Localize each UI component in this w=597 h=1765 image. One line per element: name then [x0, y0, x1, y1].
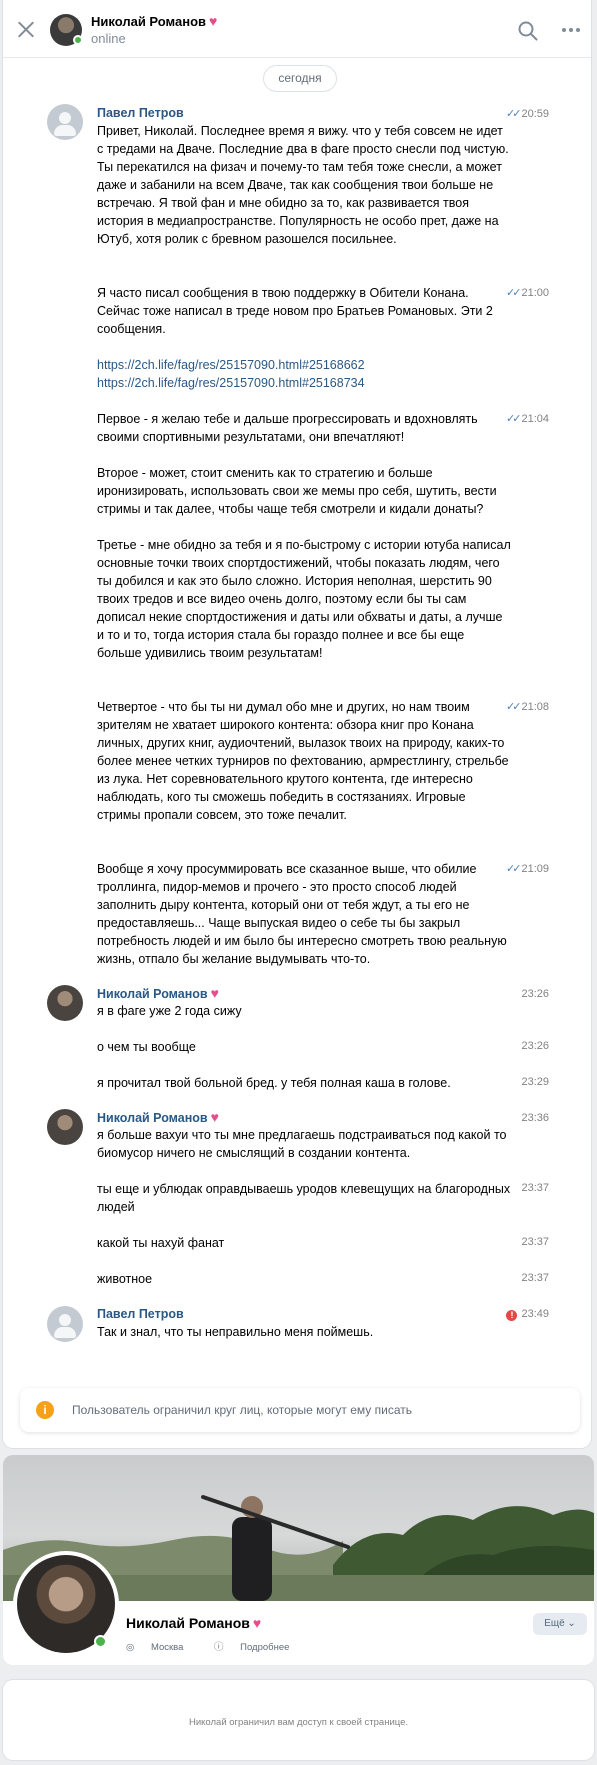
profile-card: Николай Романов ♥ ◎ Москва ⓘ Подробнее Ещ…	[3, 1455, 594, 1670]
message-text: Я часто писал сообщения в твою поддержку…	[97, 286, 493, 336]
heart-icon: ♥	[252, 1615, 262, 1631]
info-icon: i	[36, 1401, 54, 1419]
restriction-notice: i Пользователь ограничил круг лиц, котор…	[20, 1388, 580, 1432]
chat-header: Николай Романов ♥ online	[3, 0, 591, 58]
chat-window: Николай Романов ♥ online сегодня Павел Пе…	[3, 0, 591, 1448]
location-icon: ◎	[126, 1642, 137, 1653]
message-text: о чем ты вообще	[97, 1040, 196, 1054]
message-time: ✓✓ 21:09	[506, 862, 549, 875]
location: ◎ Москва	[126, 1642, 197, 1653]
chat-title-text: Николай Романов	[91, 14, 207, 29]
message-text: Третье - мне обидно за тебя и я по-быстр…	[97, 538, 511, 660]
message-link: https://2ch.life/fag/res/25157090.html#2…	[97, 374, 512, 392]
message-link[interactable]: https://2ch.life/fag/res/25157090.html#2…	[97, 358, 365, 372]
message-text: я в фаге уже 2 года сижу	[97, 1004, 242, 1018]
time-text: 21:00	[521, 287, 549, 299]
message-text: Четвертое - что бы ты ни думал обо мне и…	[97, 700, 509, 822]
more-icon[interactable]	[560, 22, 582, 38]
avatar[interactable]	[47, 1306, 83, 1342]
details-text: Подробнее	[240, 1642, 290, 1653]
time-text: 21:09	[521, 863, 549, 875]
time-text: 21:04	[521, 413, 549, 425]
message-text: Второе - может, стоит сменить как то стр…	[97, 466, 497, 516]
message-time: ✓✓ 20:59	[506, 107, 549, 120]
message-time: ! 23:49	[506, 1308, 549, 1321]
date-divider: сегодня	[264, 66, 336, 91]
message-time: ✓✓ 21:04	[506, 412, 549, 425]
message-text: ты еще и ублюдак оправдываешь уродов кле…	[97, 1182, 511, 1214]
time-text: 20:59	[521, 108, 549, 120]
close-icon[interactable]	[13, 17, 39, 43]
details-link[interactable]: ⓘ Подробнее	[214, 1642, 303, 1653]
location-text: Москва	[150, 1642, 184, 1653]
time-text: 21:08	[521, 701, 549, 713]
sender-name-text: Николай Романов	[97, 987, 208, 1001]
message-time: 23:37	[521, 1236, 549, 1248]
search-icon[interactable]	[517, 20, 539, 42]
message-text: животное	[97, 1272, 153, 1286]
profile-name-text: Николай Романов	[126, 1615, 250, 1631]
access-restricted-notice: Николай ограничил вам доступ к своей стр…	[3, 1680, 594, 1760]
access-restricted-text: Николай ограничил вам доступ к своей стр…	[188, 1717, 409, 1728]
more-button[interactable]: Ещё ⌄	[533, 1613, 587, 1635]
restriction-text: Пользователь ограничил круг лиц, которые…	[72, 1403, 412, 1417]
error-icon[interactable]: !	[506, 1310, 518, 1321]
online-indicator	[94, 1635, 107, 1648]
chat-title[interactable]: Николай Романов ♥	[91, 14, 217, 29]
time-text: 23:49	[521, 1308, 549, 1320]
message-text: какой ты нахуй фанат	[97, 1236, 225, 1250]
message-link: https://2ch.life/fag/res/25157090.html#2…	[97, 356, 512, 374]
sender-name[interactable]: Павел Петров	[97, 106, 184, 120]
profile-meta: ◎ Москва ⓘ Подробнее	[126, 1639, 317, 1653]
message-text: Первое - я желаю тебе и дальше прогресси…	[97, 412, 478, 444]
message-time: 23:26	[521, 988, 549, 1000]
info-icon: ⓘ	[214, 1642, 227, 1653]
avatar[interactable]	[47, 104, 83, 140]
sender-name[interactable]: Николай Романов ♥	[97, 1110, 219, 1125]
message-time: 23:26	[521, 1040, 549, 1052]
profile-name: Николай Романов ♥	[126, 1615, 261, 1631]
message-time: 23:29	[521, 1076, 549, 1088]
message-time: ✓✓ 21:00	[506, 286, 549, 299]
online-status: online	[91, 31, 126, 46]
read-check-icon: ✓✓	[506, 108, 522, 120]
sender-name[interactable]: Павел Петров	[97, 1307, 184, 1321]
heart-icon: ♥	[210, 1109, 219, 1125]
message-time: 23:37	[521, 1182, 549, 1194]
online-indicator	[73, 35, 83, 45]
message-text: Так и знал, что ты неправильно меня пойм…	[97, 1325, 374, 1339]
sender-name[interactable]: Николай Романов ♥	[97, 986, 219, 1001]
message-text: Привет, Николай. Последнее время я вижу.…	[97, 124, 509, 246]
message-time: 23:36	[521, 1112, 549, 1124]
avatar[interactable]	[47, 985, 83, 1021]
heart-icon: ♥	[209, 13, 218, 29]
avatar[interactable]	[47, 1109, 83, 1145]
message-link[interactable]: https://2ch.life/fag/res/25157090.html#2…	[97, 376, 365, 390]
message-text: я больше вахуи что ты мне предлагаешь по…	[97, 1128, 507, 1160]
sender-name-text: Николай Романов	[97, 1111, 208, 1125]
message-time: 23:37	[521, 1272, 549, 1284]
message-text: Вообще я хочу просуммировать все сказанн…	[97, 862, 507, 966]
message-text: я прочитал твой больной бред. у тебя пол…	[97, 1076, 451, 1090]
heart-icon: ♥	[210, 985, 219, 1001]
message-time: ✓✓ 21:08	[506, 700, 549, 713]
